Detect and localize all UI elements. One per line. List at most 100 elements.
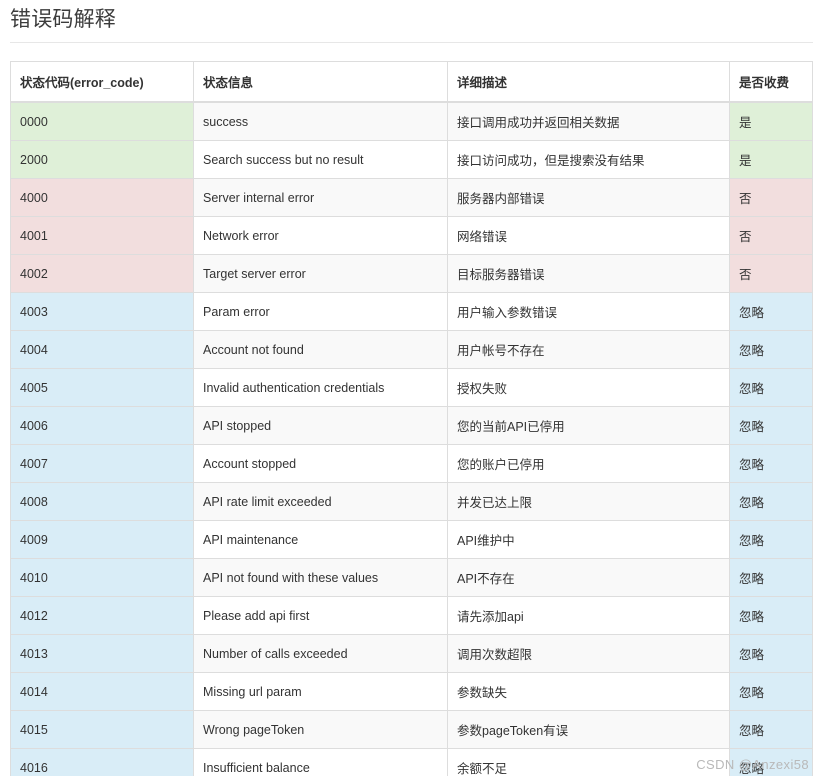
cell-error-code: 4015 (10, 710, 194, 749)
cell-description: API不存在 (447, 558, 730, 597)
error-code-table: 状态代码(error_code) 状态信息 详细描述 是否收费 0000 succ… (10, 61, 813, 776)
cell-error-code: 4008 (10, 482, 194, 521)
cell-charged: 忽略 (729, 634, 813, 673)
cell-charged: 否 (729, 254, 813, 293)
cell-message: API stopped (193, 406, 448, 445)
cell-description: 用户帐号不存在 (447, 330, 730, 369)
cell-message: Target server error (193, 254, 448, 293)
table-row: 4006 API stopped 您的当前API已停用 忽略 (10, 406, 813, 445)
table-container: 状态代码(error_code) 状态信息 详细描述 是否收费 0000 succ… (0, 43, 817, 776)
cell-charged: 忽略 (729, 406, 813, 445)
cell-error-code: 4005 (10, 368, 194, 407)
cell-error-code: 4001 (10, 216, 194, 255)
table-body: 0000 success 接口调用成功并返回相关数据是 2000 Search succ… (10, 101, 813, 776)
cell-error-code: 4013 (10, 634, 194, 673)
cell-charged: 忽略 (729, 520, 813, 559)
table-head: 状态代码(error_code) 状态信息 详细描述 是否收费 (10, 61, 813, 103)
table-row: 2000 Search success but no result 接口访问成功，但… (10, 140, 813, 179)
cell-error-code: 4007 (10, 444, 194, 483)
cell-charged: 忽略 (729, 292, 813, 331)
cell-charged: 忽略 (729, 710, 813, 749)
cell-message: Missing url param (193, 672, 448, 711)
cell-charged: 否 (729, 178, 813, 217)
cell-message: Server internal error (193, 178, 448, 217)
cell-message: API rate limit exceeded (193, 482, 448, 521)
cell-description: 接口调用成功并返回相关数据 (447, 101, 730, 141)
cell-charged: 忽略 (729, 482, 813, 521)
cell-charged: 忽略 (729, 444, 813, 483)
cell-charged: 忽略 (729, 672, 813, 711)
cell-error-code: 4016 (10, 748, 194, 776)
table-row: 4007 Account stopped 您的账户已停用 忽略 (10, 444, 813, 483)
cell-message: Number of calls exceeded (193, 634, 448, 673)
cell-charged: 否 (729, 216, 813, 255)
cell-charged: 忽略 (729, 748, 813, 776)
cell-description: 调用次数超限 (447, 634, 730, 673)
cell-error-code: 4003 (10, 292, 194, 331)
column-header-error-code: 状态代码(error_code) (10, 61, 194, 103)
cell-description: 服务器内部错误 (447, 178, 730, 217)
cell-description: 接口访问成功，但是搜索没有结果 (447, 140, 730, 179)
cell-description: 用户输入参数错误 (447, 292, 730, 331)
cell-description: API维护中 (447, 520, 730, 559)
cell-message: API not found with these values (193, 558, 448, 597)
table-row: 4010 API not found with these values API不存… (10, 558, 813, 597)
table-row: 4009 API maintenance API维护中 忽略 (10, 520, 813, 559)
table-row: 4008 API rate limit exceeded 并发已达上限 忽略 (10, 482, 813, 521)
cell-description: 您的当前API已停用 (447, 406, 730, 445)
page-title: 错误码解释 (10, 8, 116, 31)
cell-message: Network error (193, 216, 448, 255)
cell-description: 并发已达上限 (447, 482, 730, 521)
cell-message: Please add api first (193, 596, 448, 635)
cell-error-code: 4012 (10, 596, 194, 635)
cell-error-code: 4002 (10, 254, 194, 293)
table-row: 4013 Number of calls exceeded 调用次数超限 忽略 (10, 634, 813, 673)
cell-message: Insufficient balance (193, 748, 448, 776)
cell-description: 余额不足 (447, 748, 730, 776)
table-row: 4001 Network error 网络错误否 (10, 216, 813, 255)
table-row: 4003 Param error 用户输入参数错误 忽略 (10, 292, 813, 331)
cell-description: 参数pageToken有误 (447, 710, 730, 749)
cell-charged: 是 (729, 140, 813, 179)
cell-charged: 忽略 (729, 330, 813, 369)
cell-description: 参数缺失 (447, 672, 730, 711)
cell-message: success (193, 101, 448, 141)
cell-description: 请先添加api (447, 596, 730, 635)
cell-message: Search success but no result (193, 140, 448, 179)
table-row: 4016 Insufficient balance 余额不足 忽略 (10, 748, 813, 776)
cell-error-code: 2000 (10, 140, 194, 179)
cell-message: API maintenance (193, 520, 448, 559)
column-header-message: 状态信息 (193, 61, 448, 103)
cell-description: 目标服务器错误 (447, 254, 730, 293)
table-row: 0000 success 接口调用成功并返回相关数据是 (10, 101, 813, 141)
cell-charged: 忽略 (729, 368, 813, 407)
table-row: 4005 Invalid authentication credentials 授权… (10, 368, 813, 407)
cell-charged: 忽略 (729, 558, 813, 597)
cell-charged: 是 (729, 101, 813, 141)
table-row: 4012 Please add api first 请先添加api 忽略 (10, 596, 813, 635)
cell-message: Wrong pageToken (193, 710, 448, 749)
cell-error-code: 4000 (10, 178, 194, 217)
cell-error-code: 4004 (10, 330, 194, 369)
cell-error-code: 0000 (10, 101, 194, 141)
table-row: 4000 Server internal error 服务器内部错误否 (10, 178, 813, 217)
cell-message: Account stopped (193, 444, 448, 483)
cell-error-code: 4010 (10, 558, 194, 597)
table-header-row: 状态代码(error_code) 状态信息 详细描述 是否收费 (10, 61, 813, 103)
table-row: 4004 Account not found 用户帐号不存在 忽略 (10, 330, 813, 369)
cell-error-code: 4014 (10, 672, 194, 711)
table-row: 4014 Missing url param 参数缺失 忽略 (10, 672, 813, 711)
cell-message: Param error (193, 292, 448, 331)
error-code-page: 错误码解释 状态代码(error_code) 状态信息 详细描述 是否收费 00… (0, 0, 817, 776)
cell-description: 您的账户已停用 (447, 444, 730, 483)
cell-message: Account not found (193, 330, 448, 369)
column-header-charged: 是否收费 (729, 61, 813, 103)
cell-message: Invalid authentication credentials (193, 368, 448, 407)
table-row: 4002 Target server error 目标服务器错误否 (10, 254, 813, 293)
cell-description: 网络错误 (447, 216, 730, 255)
cell-error-code: 4006 (10, 406, 194, 445)
column-header-description: 详细描述 (447, 61, 730, 103)
cell-charged: 忽略 (729, 596, 813, 635)
table-row: 4015 Wrong pageToken 参数pageToken有误 忽略 (10, 710, 813, 749)
cell-description: 授权失败 (447, 368, 730, 407)
